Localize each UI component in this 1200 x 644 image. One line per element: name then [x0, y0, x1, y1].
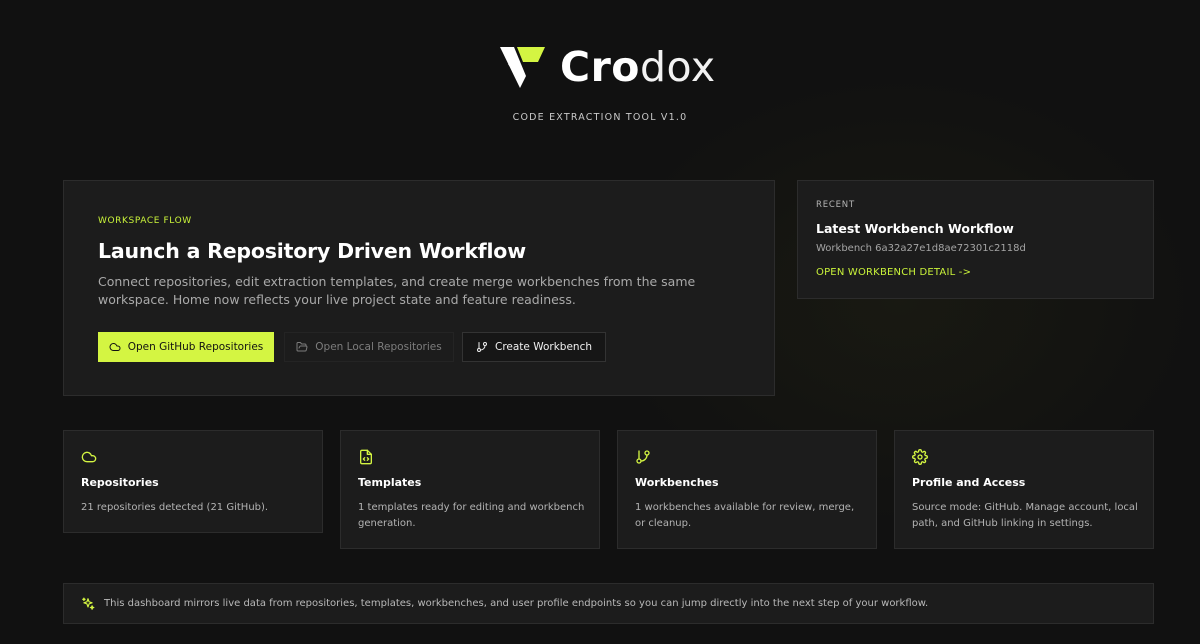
recent-eyebrow: RECENT — [816, 200, 855, 210]
header: Crodox CODE EXTRACTION TOOL V1.0 — [0, 0, 1200, 160]
hero-description: Connect repositories, edit extraction te… — [98, 274, 696, 307]
feature-description: 1 workbenches available for review, merg… — [635, 502, 855, 529]
hero-eyebrow: WORKSPACE FLOW — [98, 216, 192, 226]
open-local-repositories-button[interactable]: Open Local Repositories — [284, 332, 454, 362]
recent-workbench-id: Workbench 6a32a27e1d8ae72301c2118d — [816, 243, 1026, 254]
feature-description: 21 repositories detected (21 GitHub). — [81, 502, 269, 513]
brand-logo[interactable]: Crodox — [498, 44, 716, 90]
feature-title: Profile and Access — [912, 476, 1026, 489]
open-workbench-detail-link[interactable]: OPEN WORKBENCH DETAIL -> — [816, 267, 971, 278]
sparkles-icon — [82, 597, 95, 610]
feature-description: Source mode: GitHub. Manage account, loc… — [912, 502, 1138, 529]
recent-card: RECENT Latest Workbench Workflow Workben… — [797, 180, 1154, 299]
create-workbench-label: Create Workbench — [494, 341, 593, 353]
feature-card-repositories[interactable]: Repositories 21 repositories detected (2… — [63, 430, 323, 533]
hero-card: WORKSPACE FLOW Launch a Repository Drive… — [63, 180, 775, 396]
brand-name: Crodox — [560, 44, 716, 90]
create-workbench-button[interactable]: Create Workbench — [462, 332, 606, 362]
feature-title: Templates — [358, 476, 422, 489]
git-branch-icon — [476, 342, 487, 352]
feature-card-templates[interactable]: Templates 1 templates ready for editing … — [340, 430, 600, 549]
cloud-icon — [109, 343, 121, 351]
gear-icon — [912, 449, 928, 465]
file-code-icon — [360, 449, 372, 465]
hero-title: Launch a Repository Driven Workflow — [98, 239, 526, 263]
feature-description: 1 templates ready for editing and workbe… — [358, 502, 585, 529]
crodox-logo-icon — [500, 47, 545, 88]
open-github-repositories-label: Open GitHub Repositories — [127, 341, 264, 353]
open-local-repositories-label: Open Local Repositories — [315, 341, 442, 353]
info-banner: This dashboard mirrors live data from re… — [63, 583, 1154, 624]
git-branch-icon — [636, 450, 650, 464]
folder-open-icon — [296, 342, 308, 352]
open-github-repositories-button[interactable]: Open GitHub Repositories — [98, 332, 274, 362]
feature-card-profile-access[interactable]: Profile and Access Source mode: GitHub. … — [894, 430, 1154, 549]
feature-title: Repositories — [81, 476, 159, 489]
feature-card-workbenches[interactable]: Workbenches 1 workbenches available for … — [617, 430, 877, 549]
brand-name-bold: Cro — [560, 43, 640, 91]
brand-name-light: dox — [639, 43, 716, 91]
cloud-icon — [81, 451, 97, 463]
feature-title: Workbenches — [635, 476, 719, 489]
recent-title: Latest Workbench Workflow — [816, 221, 1014, 236]
info-banner-text: This dashboard mirrors live data from re… — [104, 598, 929, 609]
brand-tagline: CODE EXTRACTION TOOL V1.0 — [512, 112, 688, 123]
